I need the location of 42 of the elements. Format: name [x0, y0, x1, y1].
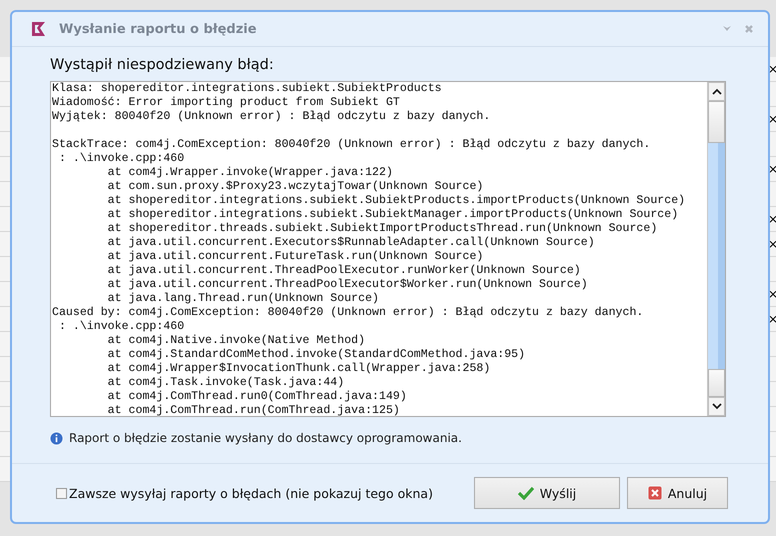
report-line: Wyjątek: 80040f20 (Unknown error) : Błąd odczytu z bazy danych. [52, 110, 492, 124]
error-heading: Wystąpił niespodziewany błąd: [50, 57, 275, 73]
collapse-icon[interactable] [722, 25, 732, 33]
report-line: at com4j.Native.invoke(Native Method) [106, 334, 366, 348]
report-line: StackTrace: com4j.ComException: 80040f20 (Unknown error) : Błąd odczytu z bazy danych. [52, 138, 652, 152]
report-line: at java.lang.Thread.run(Unknown Source) [106, 292, 380, 306]
window-title: Wysłanie raportu o błędzie [59, 22, 258, 36]
report-line: at com4j.StandardComMethod.invoke(StandardComMethod.java:95) [106, 348, 526, 362]
report-line: : .\invoke.cpp:460 [58, 152, 186, 166]
report-line: at java.util.concurrent.Executors$RunnableAdapter.call(Unknown Source) [106, 236, 596, 250]
logo-icon [30, 20, 48, 38]
report-line: at shopereditor.integrations.subiekt.SubiektManager.importProducts(Unknown Source) [106, 208, 680, 222]
scrollbar-thumb[interactable] [708, 369, 725, 397]
report-line: at com.sun.proxy.$Proxy23.wczytajTowar(Unknown Source) [106, 180, 484, 194]
report-line: at com4j.Wrapper.invoke(Wrapper.java:122) [106, 166, 394, 180]
checkbox-label[interactable]: Zawsze wysyłaj raporty o błędach (nie pokazuj tego okna) [69, 486, 433, 500]
report-line: at java.util.concurrent.FutureTask.run(Unknown Source) [106, 250, 484, 264]
checkmark-icon [518, 486, 534, 500]
scrollbar[interactable] [707, 82, 725, 416]
report-line: at com4j.Task.invoke(Task.java:44) [106, 376, 346, 390]
report-line: Caused by: com4j.ComException: 80040f20 (Unknown error) : Błąd odczytu z bazy danych. [52, 306, 644, 320]
report-line: at shopereditor.integrations.subiekt.SubiektProducts.importProducts(Unknown Source) [106, 194, 686, 208]
report-line: at com4j.ComThread.run(ComThread.java:125) [106, 404, 401, 416]
report-line: at com4j.Wrapper$InvocationThunk.call(Wrapper.java:258) [106, 362, 492, 376]
info-text: Raport o błędzie zostanie wysłany do dostawcy oprogramowania. [69, 431, 462, 445]
report-line: Klasa: shopereditor.integrations.subiekt.SubiektProducts [52, 82, 443, 96]
checkbox[interactable] [56, 488, 67, 498]
report-text-area[interactable] [50, 81, 726, 417]
report-line: at java.util.concurrent.ThreadPoolExecutor$Worker.run(Unknown Source) [106, 278, 589, 292]
report-line: : .\invoke.cpp:460 [58, 320, 186, 334]
scroll-down-icon[interactable] [712, 403, 722, 410]
info-icon [50, 432, 63, 444]
report-line: at shopereditor.threads.subiekt.SubiektImportProductsThread.run(Unknown Source) [106, 222, 658, 236]
scroll-up-icon[interactable] [712, 88, 722, 95]
close-icon[interactable] [744, 24, 754, 34]
send-button[interactable]: Wyślij [474, 477, 620, 509]
cancel-button[interactable]: Anuluj [627, 477, 728, 509]
report-line: at java.util.concurrent.ThreadPoolExecutor.runWorker(Unknown Source) [106, 264, 582, 278]
cancel-icon [648, 486, 662, 500]
report-line: Wiadomość: Error importing product from Subiekt GT [52, 96, 401, 110]
report-line: at com4j.ComThread.run0(ComThread.java:149) [106, 390, 408, 404]
scrollbar-thumb[interactable] [708, 101, 725, 143]
